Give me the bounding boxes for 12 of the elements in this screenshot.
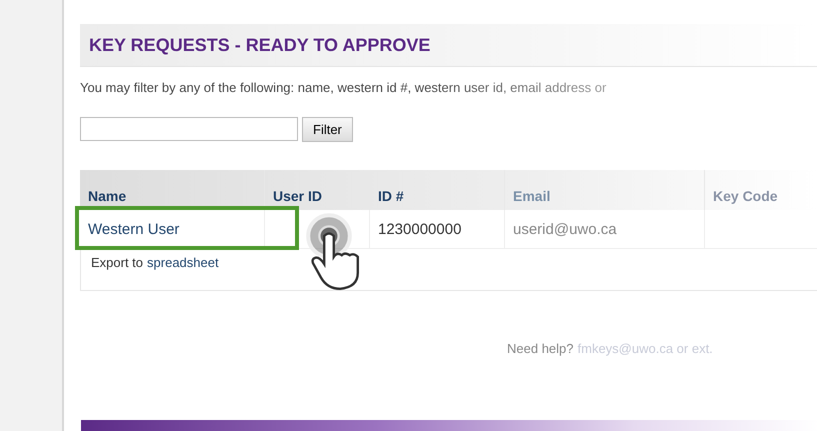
filter-button[interactable]: Filter — [302, 117, 353, 142]
export-label: Export to — [91, 255, 144, 270]
help-text: Need help? — [507, 341, 574, 356]
export-link[interactable]: spreadsheet — [147, 255, 219, 270]
table-cell: 1230000000 — [370, 210, 505, 248]
column-header[interactable]: Name — [80, 170, 265, 210]
column-header[interactable]: User ID — [265, 170, 370, 210]
table-cell: userid@uwo.ca — [505, 210, 705, 248]
section-title: KEY REQUESTS - READY TO APPROVE — [89, 34, 430, 56]
column-header[interactable]: ID # — [370, 170, 505, 210]
filter-field[interactable] — [80, 117, 298, 141]
table-cell: Western User — [80, 210, 265, 248]
